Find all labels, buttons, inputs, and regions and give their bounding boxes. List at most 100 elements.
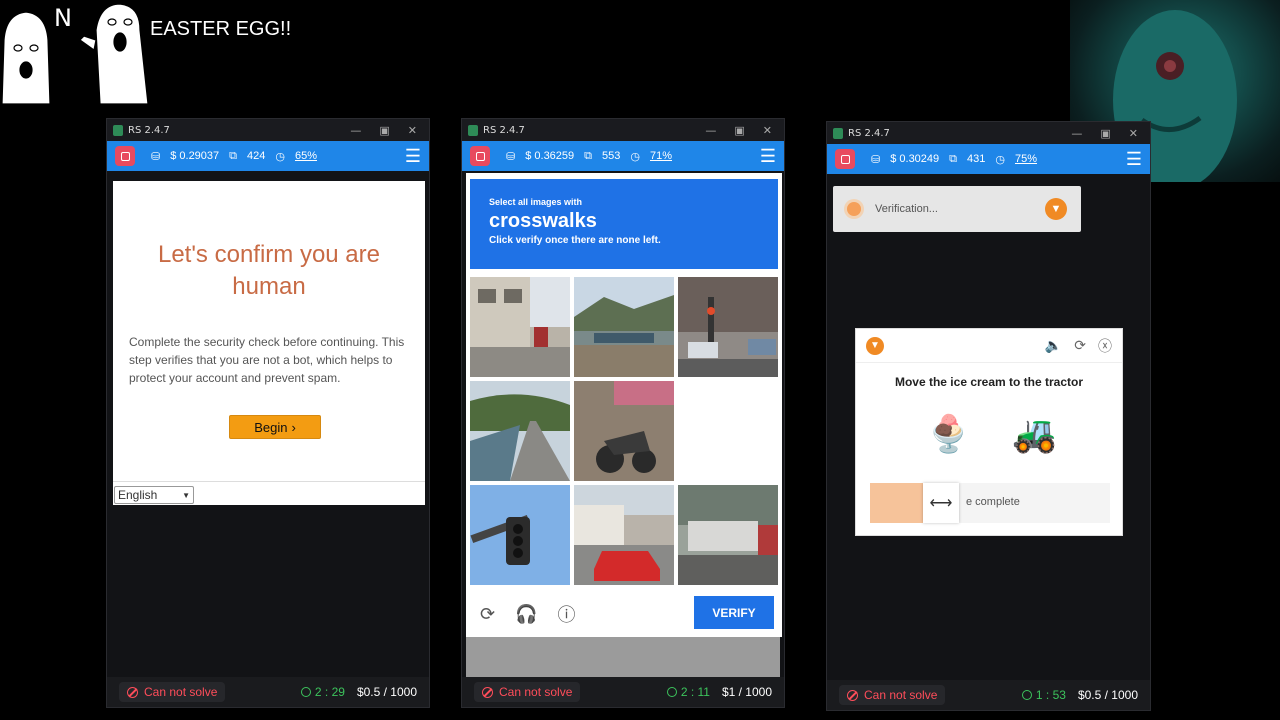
clock-icon: ◷	[275, 150, 285, 163]
hamburger-menu-icon[interactable]: ☰	[1126, 150, 1142, 168]
tasks-icon: ⧉	[229, 149, 238, 162]
chevron-right-icon: ›	[291, 419, 296, 435]
stop-button[interactable]	[835, 149, 855, 169]
slider-text: e complete	[966, 496, 1020, 508]
chevron-down-icon: ▼	[182, 490, 190, 500]
minimize-icon[interactable]: —	[1071, 127, 1082, 140]
ban-icon	[482, 686, 493, 698]
restore-icon[interactable]: ▣	[734, 124, 744, 137]
captcha-tile-bus[interactable]	[678, 485, 778, 585]
app-window-3: RS 2.4.7 — ▣ ✕ ⛁ $ 0.30249 ⧉ 431 ◷ 75% ☰ Veri…	[826, 121, 1151, 711]
slider-handle[interactable]: ⟷	[923, 483, 959, 523]
timer-value: 2 : 11	[680, 685, 710, 699]
minimize-icon[interactable]: —	[350, 124, 361, 137]
close-icon[interactable]: ✕	[1129, 127, 1138, 140]
app-window-2: RS 2.4.7 — ▣ ✕ ⛁ $ 0.36259 ⧉ 553 ◷ 71% ☰ Sele…	[461, 118, 785, 708]
captcha-tile-motorbike[interactable]	[574, 381, 674, 481]
puzzle-header: ▼ 🔈 ⟳ ⓧ	[856, 329, 1122, 363]
restore-icon[interactable]: ▣	[379, 124, 389, 137]
tasks-icon: ⧉	[584, 149, 593, 162]
status-bar: ⛁ $ 0.30249 ⧉ 431 ◷ 75% ☰	[827, 144, 1150, 174]
cannot-solve-button[interactable]: Can not solve	[839, 685, 946, 705]
balance-value: $ 0.36259	[525, 150, 575, 162]
spinner-icon	[847, 202, 861, 216]
status-bar: ⛁ $ 0.29037 ⧉ 424 ◷ 65% ☰	[107, 141, 429, 171]
window-titlebar[interactable]: RS 2.4.7 — ▣ ✕	[107, 119, 429, 141]
language-select[interactable]: English ▼	[114, 486, 194, 504]
app-icon	[113, 124, 123, 136]
close-icon[interactable]: ⓧ	[1098, 336, 1112, 356]
price-rate: $1 / 1000	[721, 685, 772, 699]
tasks-count: 553	[602, 150, 621, 162]
coins-icon: ⛁	[871, 153, 881, 166]
cannot-solve-label: Can not solve	[864, 688, 938, 702]
timer: 2 : 11	[666, 685, 710, 699]
hamburger-menu-icon[interactable]: ☰	[760, 147, 776, 165]
hamburger-menu-icon[interactable]: ☰	[405, 147, 421, 165]
refresh-icon[interactable]: ⟳	[480, 604, 495, 625]
success-rate-link[interactable]: 71%	[650, 150, 672, 162]
tasks-count: 424	[247, 150, 266, 162]
captcha-tile-empty[interactable]	[678, 381, 778, 481]
easter-egg-caption: EASTER EGG!!	[150, 18, 292, 40]
stop-button[interactable]	[115, 146, 135, 166]
info-icon[interactable]: ⓘ	[558, 601, 576, 627]
close-icon[interactable]: ✕	[763, 124, 772, 137]
headphones-icon[interactable]: 🎧	[515, 604, 537, 625]
cannot-solve-button[interactable]: Can not solve	[119, 682, 226, 702]
drag-slider[interactable]: ⟷ e complete	[870, 483, 1110, 523]
captcha-intro-card: Let's confirm you are human Complete the…	[113, 181, 425, 481]
balance-value: $ 0.29037	[170, 150, 220, 162]
puzzle-question: Move the ice cream to the tractor	[894, 375, 1084, 389]
app-window-1: RS 2.4.7 — ▣ ✕ ⛁ $ 0.29037 ⧉ 424 ◷ 65% ☰ Let'…	[106, 118, 430, 708]
begin-label: Begin	[254, 419, 288, 435]
slider-fill	[870, 483, 923, 523]
timer-icon	[666, 687, 677, 697]
begin-button[interactable]: Begin ›	[229, 415, 321, 439]
stop-icon	[120, 151, 130, 161]
language-value: English	[118, 488, 158, 502]
coins-icon: ⛁	[151, 150, 161, 163]
ice-cream-icon[interactable]: 🍨	[926, 413, 971, 455]
window-title: RS 2.4.7	[483, 124, 525, 136]
captcha-prompt: Select all images with crosswalks Click …	[470, 179, 778, 269]
meme-letter: N	[54, 4, 72, 32]
success-rate-link[interactable]: 75%	[1015, 153, 1037, 165]
captcha-tile-bridge[interactable]	[470, 381, 570, 481]
captcha-tile-train-tracks[interactable]	[574, 277, 674, 377]
timer: 2 : 29	[300, 685, 345, 699]
tractor-icon: 🚜	[1012, 413, 1057, 454]
drag-puzzle: ▼ 🔈 ⟳ ⓧ Move the ice cream to the tracto…	[855, 328, 1123, 536]
clock-icon: ◷	[995, 153, 1005, 166]
app-icon	[468, 124, 478, 136]
prompt-target: crosswalks	[489, 210, 597, 232]
verify-button[interactable]: VERIFY	[694, 596, 774, 629]
restore-icon[interactable]: ▣	[1100, 127, 1110, 140]
captcha-tile-intersection[interactable]	[678, 277, 778, 377]
cannot-solve-button[interactable]: Can not solve	[474, 682, 581, 702]
stop-button[interactable]	[470, 146, 490, 166]
minimize-icon[interactable]: —	[705, 124, 716, 137]
app-icon	[833, 127, 843, 139]
window-titlebar[interactable]: RS 2.4.7 — ▣ ✕	[462, 119, 784, 141]
reload-icon[interactable]: ⟳	[1074, 337, 1086, 354]
ban-icon	[127, 686, 138, 698]
balance-value: $ 0.30249	[890, 153, 940, 165]
stop-icon	[475, 151, 485, 161]
window-title: RS 2.4.7	[128, 124, 170, 136]
wojak-meme-image	[1, 3, 149, 104]
status-bar: ⛁ $ 0.36259 ⧉ 553 ◷ 71% ☰	[462, 141, 784, 171]
captcha-tile-street-house[interactable]	[470, 277, 570, 377]
ban-icon	[847, 689, 858, 701]
captcha-tile-traffic-light[interactable]	[470, 485, 570, 585]
price-rate: $0.5 / 1000	[356, 685, 417, 699]
success-rate-link[interactable]: 65%	[295, 150, 317, 162]
audio-icon[interactable]: 🔈	[1045, 337, 1062, 354]
window-titlebar[interactable]: RS 2.4.7 — ▣ ✕	[827, 122, 1150, 144]
cannot-solve-label: Can not solve	[499, 685, 573, 699]
tasks-icon: ⧉	[949, 152, 958, 165]
window-footer: Can not solve 2 : 29 $0.5 / 1000	[107, 677, 429, 707]
close-icon[interactable]: ✕	[408, 124, 417, 137]
window-title: RS 2.4.7	[848, 127, 890, 139]
captcha-tile-red-car[interactable]	[574, 485, 674, 585]
